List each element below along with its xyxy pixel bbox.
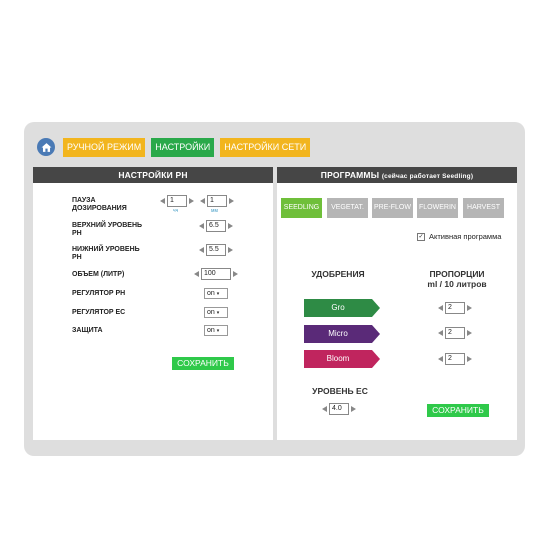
active-program-label: Активная программа — [429, 232, 502, 241]
ec-level-field[interactable]: 4.0 — [329, 403, 349, 415]
ph-regulator-value: on — [207, 290, 215, 297]
caret-down-icon: ▾ — [216, 291, 220, 297]
hours-unit-label: чч — [173, 208, 179, 214]
pause-minutes-field[interactable]: 1 — [207, 195, 227, 207]
active-program-checkbox-row[interactable]: ✓ Активная программа — [417, 232, 501, 241]
decrement-icon[interactable] — [160, 198, 165, 204]
lower-ph-field[interactable]: 5.5 — [206, 244, 226, 256]
decrement-icon[interactable] — [199, 223, 204, 229]
increment-icon[interactable] — [467, 356, 472, 362]
volume-stepper[interactable]: 100 — [194, 268, 238, 280]
increment-icon[interactable] — [351, 406, 356, 412]
ec-level-stepper[interactable]: 4.0 — [322, 403, 356, 415]
upper-ph-field[interactable]: 6.5 — [206, 220, 226, 232]
program-tab-vegetat[interactable]: VEGETAT. — [327, 198, 368, 218]
top-nav: РУЧНОЙ РЕЖИМ НАСТРОЙКИ НАСТРОЙКИ СЕТИ — [37, 137, 316, 157]
ec-level-heading: УРОВЕНЬ ЕС — [312, 386, 368, 396]
active-program-checkbox[interactable]: ✓ — [417, 232, 425, 241]
protection-label: ЗАЩИТА — [72, 327, 103, 334]
manual-mode-button[interactable]: РУЧНОЙ РЕЖИМ — [63, 137, 146, 157]
network-settings-button[interactable]: НАСТРОЙКИ СЕТИ — [220, 137, 311, 157]
decrement-icon[interactable] — [322, 406, 327, 412]
proportions-heading-line2: ml / 10 литров — [427, 279, 487, 289]
caret-down-icon: ▾ — [216, 328, 220, 334]
upper-ph-stepper[interactable]: 6.5 — [199, 220, 233, 232]
decrement-icon[interactable] — [194, 271, 199, 277]
bloom-proportion-stepper[interactable]: 2 — [438, 353, 472, 365]
lower-ph-label-line2: РН — [72, 254, 82, 261]
increment-icon[interactable] — [189, 198, 194, 204]
caret-down-icon: ▾ — [216, 310, 220, 316]
decrement-icon[interactable] — [438, 305, 443, 311]
minutes-unit-label: мм — [211, 208, 218, 214]
home-icon — [41, 142, 51, 152]
program-tab-pre-flow[interactable]: PRE-FLOW — [372, 198, 413, 218]
upper-ph-label: ВЕРХНИЙ УРОВЕНЬ РН — [72, 222, 142, 238]
upper-ph-label-line1: ВЕРХНИЙ УРОВЕНЬ — [72, 222, 143, 229]
gro-proportion-field[interactable]: 2 — [445, 302, 465, 314]
fertilizers-heading: УДОБРЕНИЯ — [311, 269, 365, 279]
pause-label-line1: ПАУЗА — [72, 197, 96, 204]
pause-hours-field[interactable]: 1 — [167, 195, 187, 207]
proportions-heading: ПРОПОРЦИИ ml / 10 литров — [412, 269, 502, 289]
program-tab-seedling[interactable]: SEEDLING — [281, 198, 322, 218]
increment-icon[interactable] — [229, 198, 234, 204]
pause-label: ПАУЗА ДОЗИРОВАНИЯ — [72, 197, 127, 213]
increment-icon[interactable] — [467, 330, 472, 336]
home-button[interactable] — [37, 138, 55, 156]
pause-hours-stepper[interactable]: 1 — [160, 195, 194, 207]
lower-ph-label: НИЖНИЙ УРОВЕНЬ РН — [72, 246, 140, 262]
upper-ph-label-line2: РН — [72, 230, 82, 237]
program-tab-harvest[interactable]: HARVEST — [463, 198, 504, 218]
ec-regulator-value: on — [207, 309, 215, 316]
micro-proportion-stepper[interactable]: 2 — [438, 327, 472, 339]
proportions-heading-line1: ПРОПОРЦИИ — [429, 269, 485, 279]
micro-proportion-field[interactable]: 2 — [445, 327, 465, 339]
fertilizer-name-gro: Gro — [331, 303, 345, 312]
gro-proportion-stepper[interactable]: 2 — [438, 302, 472, 314]
decrement-icon[interactable] — [438, 356, 443, 362]
lower-ph-stepper[interactable]: 5.5 — [199, 244, 233, 256]
decrement-icon[interactable] — [200, 198, 205, 204]
ph-regulator-select[interactable]: on ▾ — [204, 288, 228, 299]
pause-minutes-stepper[interactable]: 1 — [200, 195, 234, 207]
lower-ph-label-line1: НИЖНИЙ УРОВЕНЬ — [72, 246, 140, 253]
ph-regulator-label: РЕГУЛЯТОР РН — [72, 290, 126, 297]
increment-icon[interactable] — [228, 247, 233, 253]
bloom-proportion-field[interactable]: 2 — [445, 353, 465, 365]
ph-settings-panel: НАСТРОЙКИ PH ПАУЗА ДОЗИРОВАНИЯ 1 чч 1 мм… — [33, 167, 273, 440]
pause-label-line2: ДОЗИРОВАНИЯ — [72, 205, 127, 212]
ec-regulator-label: РЕГУЛЯТОР ЕС — [72, 309, 126, 316]
fertilizer-name-micro: Micro — [328, 329, 348, 338]
increment-icon[interactable] — [467, 305, 472, 311]
increment-icon[interactable] — [233, 271, 238, 277]
increment-icon[interactable] — [228, 223, 233, 229]
ph-panel-title: НАСТРОЙКИ PH — [33, 167, 273, 183]
volume-field[interactable]: 100 — [201, 268, 231, 280]
protection-value: on — [207, 327, 215, 334]
programs-title: ПРОГРАММЫ — [320, 170, 380, 180]
programs-subtitle: (сейчас работает Seedling) — [381, 173, 474, 180]
decrement-icon[interactable] — [438, 330, 443, 336]
program-tab-flowerin[interactable]: FLOWERIN — [417, 198, 458, 218]
fertilizer-name-bloom: Bloom — [326, 354, 350, 363]
volume-label: ОБЪЕМ (ЛИТР) — [72, 271, 125, 278]
ec-regulator-select[interactable]: on ▾ — [204, 307, 228, 318]
decrement-icon[interactable] — [199, 247, 204, 253]
protection-select[interactable]: on ▾ — [204, 325, 228, 336]
ph-save-button[interactable]: СОХРАНИТЬ — [172, 357, 234, 370]
programs-save-button[interactable]: СОХРАНИТЬ — [427, 404, 489, 417]
settings-button[interactable]: НАСТРОЙКИ — [151, 137, 215, 157]
programs-panel-title: ПРОГРАММЫ (сейчас работает Seedling) — [277, 167, 517, 183]
